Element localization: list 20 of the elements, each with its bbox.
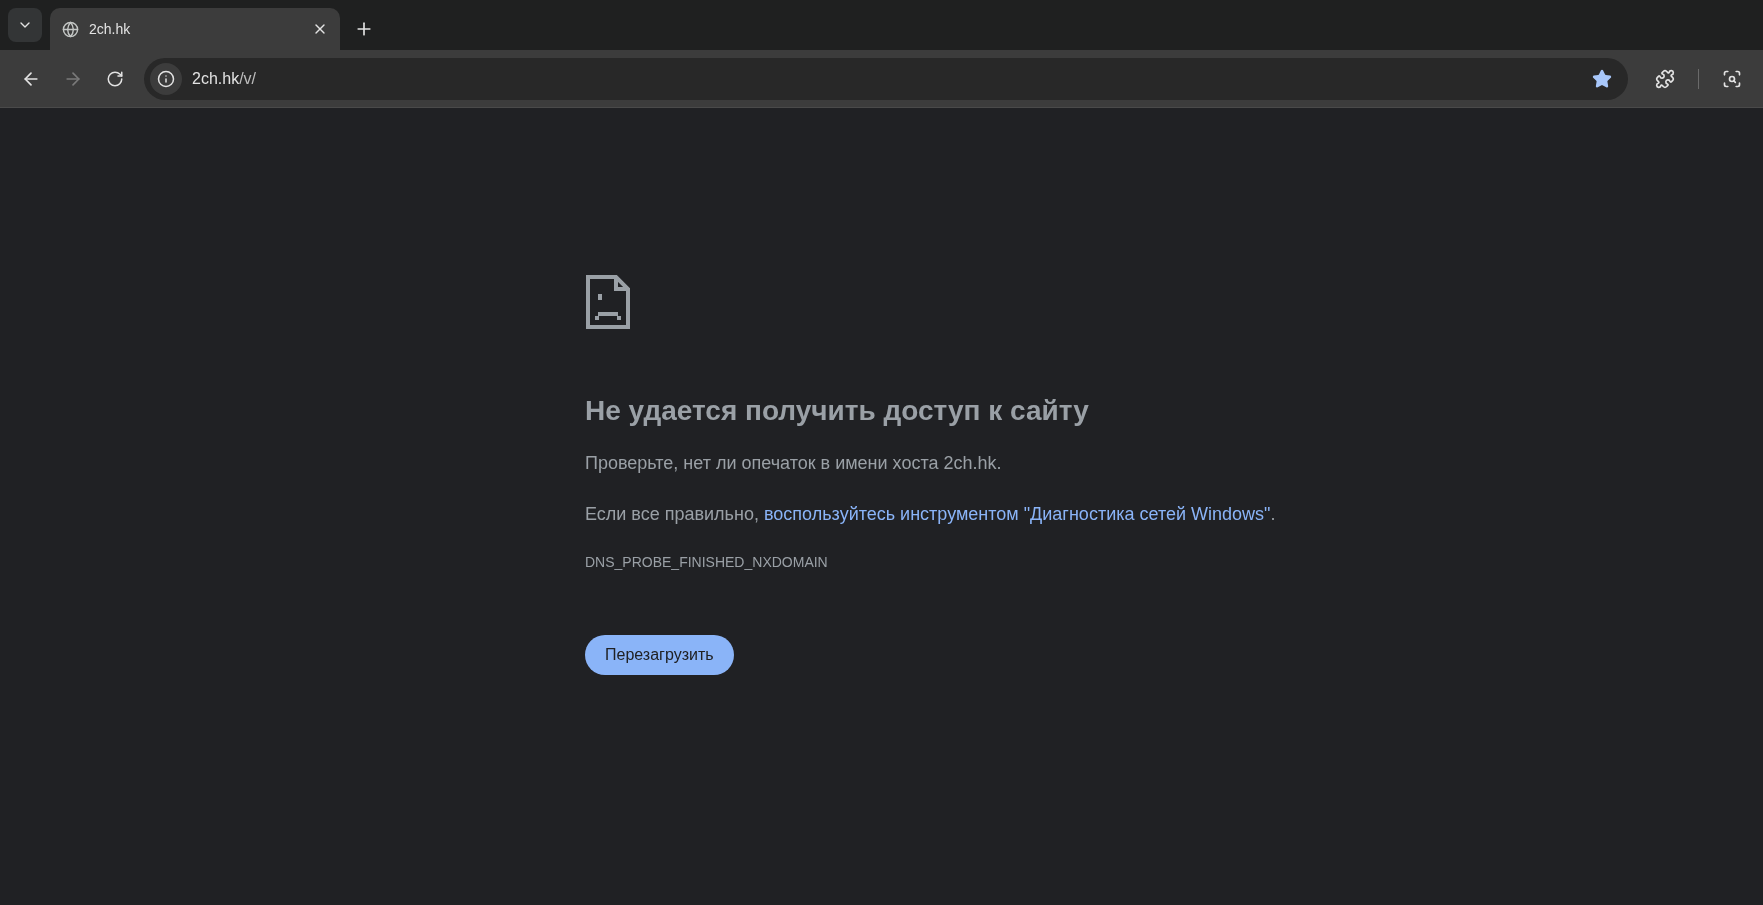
hint-text: Проверьте, нет ли опечаток в имени хоста 2ch.hk. (585, 452, 1002, 475)
tab-title: 2ch.hk (89, 19, 132, 39)
puzzle-icon (1655, 68, 1675, 89)
error-code: DNS_PROBE_FINISHED_NXDOMAIN (585, 553, 828, 572)
url-text: 2ch.hk/v/ (192, 68, 258, 89)
address-field[interactable]: 2ch.hk/v/ (144, 57, 1628, 100)
info-icon (157, 69, 175, 88)
site-info-button[interactable] (150, 62, 182, 95)
browser-tab[interactable]: 2ch.hk (50, 8, 340, 50)
diagnose-text: Если все правильно, (585, 503, 760, 526)
globe-icon (62, 20, 79, 38)
sad-page-icon (585, 274, 631, 330)
diagnostics-link[interactable]: воспользуйтесь инструментом "Диагностика сетей Windows" (763, 501, 1271, 528)
reload-icon (106, 69, 124, 88)
bookmark-star-icon[interactable] (1592, 68, 1612, 89)
reload-page-button[interactable]: Перезагрузить (585, 635, 734, 675)
camera-scan-icon (1722, 68, 1742, 89)
tab-list-button[interactable] (8, 8, 42, 42)
error-title: Не удается получить доступ к сайту (585, 394, 1089, 428)
period-text: . (1270, 503, 1276, 526)
